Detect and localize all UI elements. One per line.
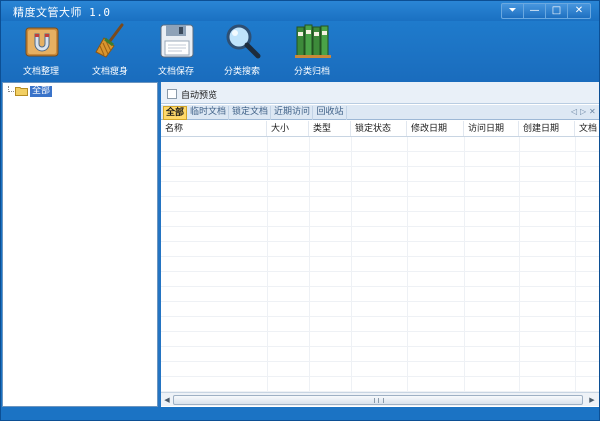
toolbar-button-slim[interactable]: 文档瘦身 xyxy=(78,21,142,82)
tree-node-label: 全部 xyxy=(30,85,53,97)
column-type[interactable]: 类型 xyxy=(313,121,351,136)
tab-all[interactable]: 全部 xyxy=(163,106,187,120)
table-row xyxy=(161,317,599,332)
table-row xyxy=(161,137,599,152)
tab-temporary[interactable]: 临时文档 xyxy=(188,106,229,120)
status-bar xyxy=(1,408,599,420)
floppy-disk-icon xyxy=(160,24,194,58)
scroll-right-icon[interactable]: ▶ xyxy=(587,395,597,405)
scrollbar-thumb[interactable] xyxy=(173,395,583,405)
toolbar-label: 分类归档 xyxy=(293,67,330,77)
table-row xyxy=(161,242,599,257)
tree-connector xyxy=(8,86,14,92)
column-header: 名称 大小 类型 锁定状态 修改日期 访问日期 创建日期 文档 xyxy=(161,121,599,137)
tab-recent[interactable]: 近期访问 xyxy=(272,106,313,120)
table-row xyxy=(161,227,599,242)
toolbar-button-search[interactable]: 分类搜索 xyxy=(210,21,274,82)
column-created-date[interactable]: 创建日期 xyxy=(523,121,575,136)
auto-preview-checkbox[interactable] xyxy=(167,89,177,99)
scroll-left-icon[interactable]: ◀ xyxy=(162,395,172,405)
main-toolbar: 文档整理 文档瘦身 文档保存 分类搜索 分类归档 xyxy=(1,21,599,82)
auto-preview-label: 自动预览 xyxy=(181,91,218,101)
table-row xyxy=(161,257,599,272)
toolbar-button-organize[interactable]: 文档整理 xyxy=(9,21,73,82)
tab-recycle-bin[interactable]: 回收站 xyxy=(314,106,347,120)
horizontal-scrollbar[interactable]: ◀ ▶ xyxy=(161,392,599,406)
toolbar-label: 文档整理 xyxy=(22,67,59,77)
table-row xyxy=(161,362,599,377)
document-list-panel: 自动预览 全部 临时文档 锁定文档 近期访问 回收站 ◁ ▷ ✕ 名称 大小 类… xyxy=(161,82,599,407)
window-title: 精度文管大师 1.0 xyxy=(13,6,111,19)
maximize-button[interactable]: □ xyxy=(546,4,568,18)
tab-close-icon[interactable]: ✕ xyxy=(589,107,596,116)
table-row xyxy=(161,347,599,362)
close-button[interactable]: ✕ xyxy=(568,4,590,18)
table-row xyxy=(161,287,599,302)
table-row xyxy=(161,377,599,392)
document-tabs: 全部 临时文档 锁定文档 近期访问 回收站 ◁ ▷ ✕ xyxy=(161,105,599,120)
table-row xyxy=(161,182,599,197)
column-modified-date[interactable]: 修改日期 xyxy=(411,121,464,136)
column-accessed-date[interactable]: 访问日期 xyxy=(468,121,519,136)
toolbar-label: 文档瘦身 xyxy=(91,67,128,77)
document-grid[interactable] xyxy=(161,137,599,392)
column-lock-status[interactable]: 锁定状态 xyxy=(355,121,407,136)
table-row xyxy=(161,272,599,287)
table-row xyxy=(161,302,599,317)
minimize-button[interactable]: — xyxy=(524,4,546,18)
window-controls: ⏷ — □ ✕ xyxy=(501,3,591,19)
tab-next-icon[interactable]: ▷ xyxy=(580,107,586,116)
magnifier-icon xyxy=(226,24,261,59)
table-row xyxy=(161,197,599,212)
preview-bar: 自动预览 xyxy=(161,82,599,104)
column-size[interactable]: 大小 xyxy=(271,121,309,136)
category-tree-panel: 全部 xyxy=(2,82,158,407)
toolbar-label: 分类搜索 xyxy=(223,67,260,77)
menu-dropdown-button[interactable]: ⏷ xyxy=(502,4,524,18)
column-document[interactable]: 文档 xyxy=(579,121,599,136)
broom-icon xyxy=(95,23,124,58)
tab-prev-icon[interactable]: ◁ xyxy=(571,107,577,116)
title-bar[interactable]: 精度文管大师 1.0 ⏷ — □ ✕ xyxy=(1,1,599,21)
tab-locked[interactable]: 锁定文档 xyxy=(230,106,271,120)
magnet-box-icon xyxy=(25,27,59,57)
tree-node-all[interactable]: 全部 xyxy=(8,85,53,97)
column-name[interactable]: 名称 xyxy=(165,121,267,136)
app-window: 精度文管大师 1.0 ⏷ — □ ✕ 文档整理 文档瘦身 文档保存 分类搜索 分… xyxy=(0,0,600,421)
grip-icon xyxy=(374,398,384,403)
table-row xyxy=(161,167,599,182)
toolbar-label: 文档保存 xyxy=(157,67,194,77)
toolbar-button-save[interactable]: 文档保存 xyxy=(144,21,208,82)
table-row xyxy=(161,212,599,227)
toolbar-button-archive[interactable]: 分类归档 xyxy=(280,21,344,82)
binders-icon xyxy=(295,24,331,58)
table-row xyxy=(161,152,599,167)
folder-icon xyxy=(15,87,28,96)
table-row xyxy=(161,332,599,347)
